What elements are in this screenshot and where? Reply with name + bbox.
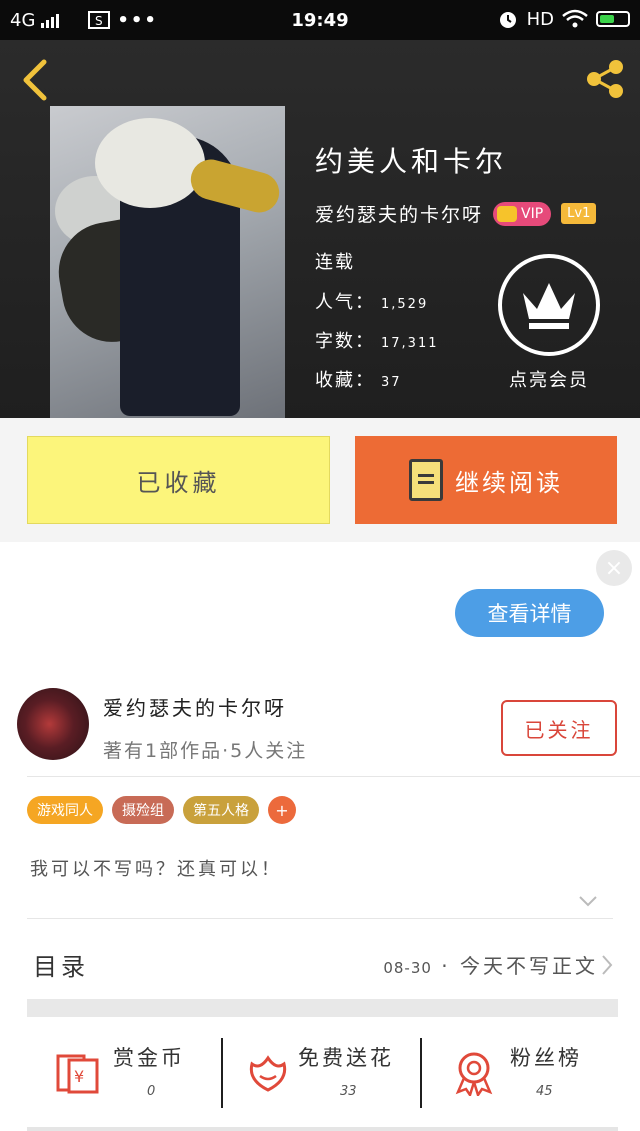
member-button[interactable]: 点亮会员 [498,254,600,392]
wifi-icon [562,9,588,28]
divider [221,1038,223,1108]
back-arrow-icon[interactable] [18,58,54,102]
battery-icon [596,11,630,27]
toc-latest-title: 今天不写正文 [460,954,598,978]
vip-badge: VIP [493,201,552,226]
continue-reading-label: 继续阅读 [455,468,563,497]
svg-text:¥: ¥ [74,1067,84,1086]
share-icon[interactable] [582,56,628,102]
author-card-name[interactable]: 爱约瑟夫的卡尔呀 [103,692,287,721]
book-cover-image[interactable] [50,106,285,418]
vip-label: VIP [521,205,544,222]
medal-icon [455,1052,493,1096]
hd-label: HD [526,8,554,30]
book-title: 约美人和卡尔 [315,145,508,178]
divider [27,1127,618,1131]
add-tag-button[interactable]: + [268,796,296,824]
author-row: 爱约瑟夫的卡尔呀 VIP Lv1 [315,200,597,227]
send-flower-label: 免费送花 [298,1046,394,1070]
section-separator [27,999,618,1017]
book-intro: 我可以不写吗？还真可以！ [30,859,282,880]
send-flower-button[interactable]: 免费送花 33 [244,1036,414,1126]
view-details-button[interactable]: 查看详情 [455,589,604,637]
close-icon[interactable]: × [596,550,632,586]
reward-coins-label: 赏金币 [113,1046,185,1070]
fan-ranking-count: 45 [536,1084,553,1099]
chevron-right-icon[interactable] [600,954,614,976]
favorites-label: 收藏： [315,370,375,391]
favorites-value: 37 [381,375,402,390]
author-section: 爱约瑟夫的卡尔呀 著有1部作品·5人关注 已关注 游戏同人 摄殓组 第五人格 +… [0,672,640,1131]
fan-ranking-button[interactable]: 粉丝榜 45 [452,1036,592,1126]
divider [27,918,613,919]
word-count-label: 字数： [315,331,375,352]
popularity-stat: 人气： 1,529 [315,288,428,314]
follow-button[interactable]: 已关注 [501,700,617,756]
divider [27,776,640,777]
flower-icon [249,1055,287,1092]
toc-latest-chapter[interactable]: 08-30 · 今天不写正文 [383,950,598,979]
action-bar: 已收藏 继续阅读 [0,418,640,542]
favorites-stat: 收藏： 37 [315,366,402,392]
book-status: 连载 [315,252,355,273]
avatar[interactable] [17,688,89,760]
author-name[interactable]: 爱约瑟夫的卡尔呀 [315,200,483,227]
divider [420,1038,422,1108]
reward-row: ¥ 赏金币 0 免费送花 33 粉丝榜 45 [0,1022,640,1131]
alarm-icon [499,12,516,28]
continue-reading-button[interactable]: 继续阅读 [355,436,617,524]
tag-1[interactable]: 摄殓组 [112,796,174,824]
crown-icon [498,254,600,356]
vip-crown-icon [497,205,518,222]
reward-coins-button[interactable]: ¥ 赏金币 0 [55,1036,205,1126]
tag-list: 游戏同人 摄殓组 第五人格 + [27,796,296,824]
book-icon [409,459,443,501]
status-right: HD [497,8,630,30]
popularity-label: 人气： [315,292,375,313]
tag-2[interactable]: 第五人格 [183,796,259,824]
favorited-button[interactable]: 已收藏 [27,436,330,524]
author-meta: 著有1部作品·5人关注 [103,740,308,762]
gift-red-envelope-icon: ¥ [56,1054,99,1094]
popularity-value: 1,529 [381,297,429,312]
word-count-value: 17,311 [381,336,439,351]
toc-sep: · [431,954,460,978]
ad-banner: × 查看详情 [0,542,640,672]
fan-ranking-label: 粉丝榜 [510,1046,582,1070]
toc-title[interactable]: 目录 [33,947,89,982]
status-bar: 4G S ••• 19:49 HD [0,0,640,40]
send-flower-count: 33 [340,1084,357,1099]
member-label: 点亮会员 [509,370,589,391]
tag-0[interactable]: 游戏同人 [27,796,103,824]
level-badge: Lv1 [561,203,597,224]
chevron-down-icon[interactable] [578,894,598,908]
word-count-stat: 字数： 17,311 [315,327,439,353]
reward-coins-count: 0 [147,1084,156,1099]
toc-latest-date: 08-30 [383,959,432,977]
book-header: 约美人和卡尔 爱约瑟夫的卡尔呀 VIP Lv1 连载 人气： 1,529 字数： 1… [0,40,640,418]
